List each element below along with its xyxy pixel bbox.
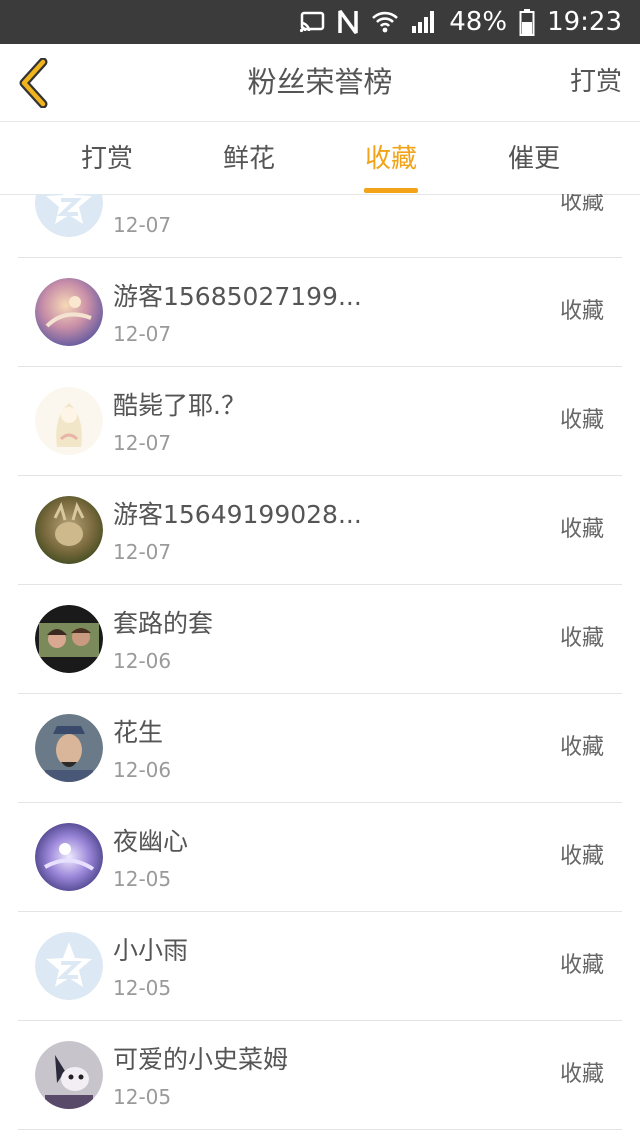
favorite-date: 12-05 — [113, 1085, 172, 1109]
user-name: 酷毙了耶.？ — [113, 391, 246, 420]
wifi-icon — [371, 10, 399, 34]
favorite-label: 收藏 — [559, 194, 604, 215]
status-bar: 48% 19:23 — [0, 0, 640, 44]
list-item[interactable]: 游客15649199028... 12-07 收藏 — [18, 476, 622, 585]
list-item[interactable]: 酷毙了耶.？ 12-07 收藏 — [18, 367, 622, 476]
avatar — [35, 278, 103, 346]
tab-flowers[interactable]: 鲜花 — [189, 122, 309, 194]
fan-list[interactable]: 12-07 收藏 游客15685027199... 12-07 收藏 酷毙了耶.… — [0, 194, 640, 1138]
favorite-label: 收藏 — [559, 299, 604, 324]
clock: 19:23 — [547, 7, 622, 37]
user-name: 可爱的小史菜姆 — [113, 1045, 289, 1074]
tab-bar: 打赏 鲜花 收藏 催更 — [0, 121, 640, 195]
page-title: 粉丝荣誉榜 — [247, 65, 393, 99]
back-button[interactable] — [16, 57, 50, 109]
list-item[interactable]: 12-07 收藏 — [18, 194, 622, 258]
list-item[interactable]: 小小雨 12-05 收藏 — [18, 912, 622, 1021]
favorite-date: 12-05 — [113, 976, 172, 1000]
active-tab-indicator — [364, 188, 418, 193]
reward-button[interactable]: 打赏 — [570, 44, 622, 120]
app-header: 粉丝荣誉榜 打赏 — [0, 44, 640, 120]
favorite-date: 12-06 — [113, 758, 172, 782]
tab-favorites[interactable]: 收藏 — [331, 122, 451, 194]
list-item[interactable]: 游客15685027199... 12-07 收藏 — [18, 258, 622, 367]
favorite-date: 12-06 — [113, 649, 172, 673]
user-name: 小小雨 — [113, 936, 189, 965]
favorite-date: 12-05 — [113, 867, 172, 891]
user-name: 花生 — [113, 718, 164, 747]
chevron-left-icon — [19, 57, 48, 109]
favorite-label: 收藏 — [559, 735, 604, 760]
avatar — [35, 496, 103, 564]
avatar — [35, 1041, 103, 1109]
signal-icon — [411, 10, 437, 34]
nfc-icon — [337, 9, 359, 35]
favorite-date: 12-07 — [113, 213, 172, 237]
favorite-date: 12-07 — [113, 431, 172, 455]
favorite-label: 收藏 — [559, 626, 604, 651]
favorite-label: 收藏 — [559, 1062, 604, 1087]
avatar — [35, 387, 103, 455]
user-name: 游客15685027199... — [113, 282, 362, 311]
battery-percent: 48% — [449, 7, 508, 37]
avatar — [35, 714, 103, 782]
list-item[interactable]: 花生 12-06 收藏 — [18, 694, 622, 803]
list-item[interactable]: 套路的套 12-06 收藏 — [18, 585, 622, 694]
favorite-label: 收藏 — [559, 844, 604, 869]
favorite-label: 收藏 — [559, 517, 604, 542]
avatar — [35, 605, 103, 673]
tab-urge-update[interactable]: 催更 — [474, 122, 594, 194]
avatar — [35, 194, 103, 237]
favorite-date: 12-07 — [113, 540, 172, 564]
tab-reward[interactable]: 打赏 — [47, 122, 167, 194]
list-item[interactable]: 夜幽心 12-05 收藏 — [18, 803, 622, 912]
list-item[interactable]: 可爱的小史菜姆 12-05 收藏 — [18, 1021, 622, 1130]
favorite-date: 12-07 — [113, 322, 172, 346]
user-name: 夜幽心 — [113, 827, 189, 856]
user-name: 套路的套 — [113, 609, 214, 638]
battery-icon — [519, 8, 535, 36]
avatar — [35, 932, 103, 1000]
cast-icon — [299, 11, 325, 33]
user-name: 游客15649199028... — [113, 500, 362, 529]
avatar — [35, 823, 103, 891]
favorite-label: 收藏 — [559, 408, 604, 433]
favorite-label: 收藏 — [559, 953, 604, 978]
